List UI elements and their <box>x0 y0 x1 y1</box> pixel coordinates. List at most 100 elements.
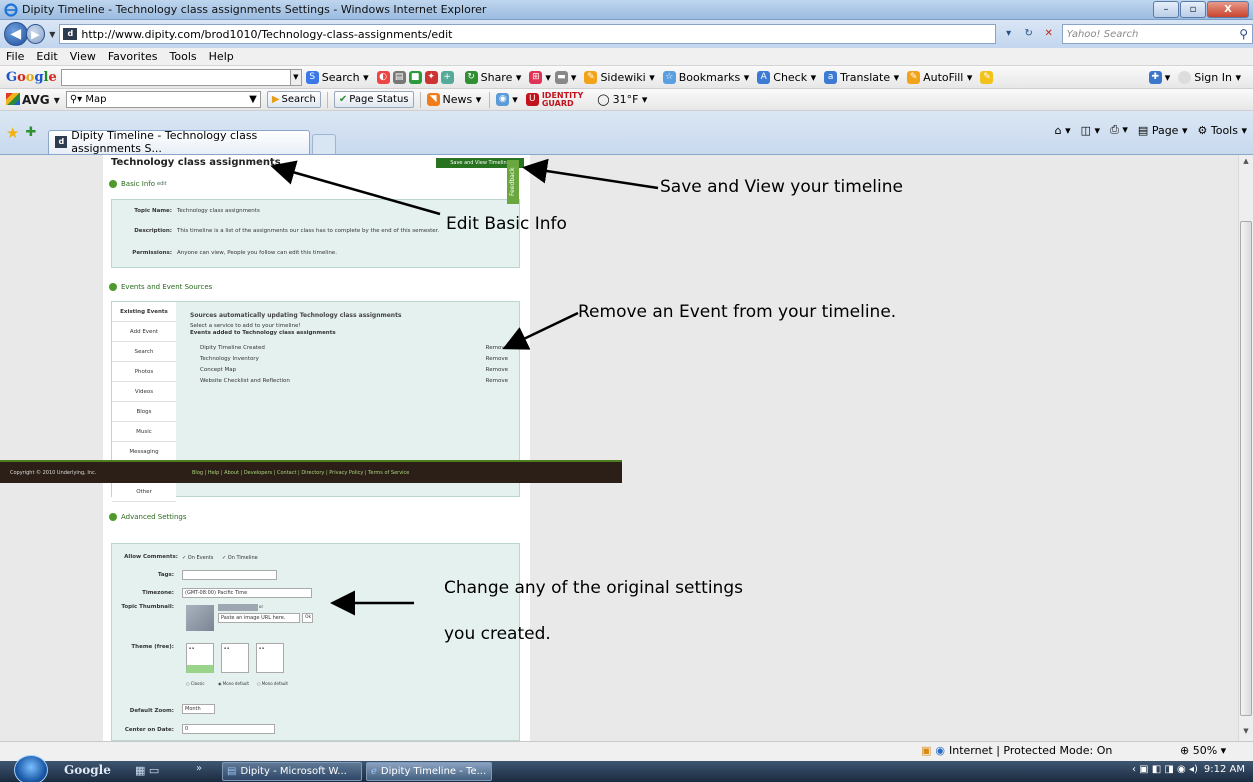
tab-messaging[interactable]: Messaging <box>112 442 176 462</box>
on-timeline-checkbox[interactable]: ✓ On Timeline <box>222 555 258 561</box>
tab-music[interactable]: Music <box>112 422 176 442</box>
tags-input[interactable] <box>182 570 277 580</box>
menu-help[interactable]: Help <box>209 50 234 63</box>
taskbar-ie[interactable]: ℯ Dipity Timeline - Te... <box>366 762 492 781</box>
scroll-up-icon[interactable]: ▲ <box>1239 157 1253 169</box>
default-zoom-select[interactable]: Month <box>182 704 215 714</box>
menu-edit[interactable]: Edit <box>36 50 57 63</box>
forward-button[interactable]: ▶ <box>25 24 46 44</box>
page-status-button[interactable]: ✔ Page Status <box>333 91 414 108</box>
new-tab-button[interactable] <box>312 133 337 154</box>
footer-links[interactable]: Blog | Help | About | Developers | Conta… <box>192 470 409 476</box>
theme-mono2-radio[interactable]: ○ Mono default <box>257 681 288 686</box>
avg-search-dropdown-icon[interactable]: ▼ <box>249 94 257 105</box>
news-button[interactable]: ◥ News ▾ <box>426 93 481 106</box>
theme-classic-preview[interactable]: ▪ ▪ <box>186 643 214 673</box>
avg-search-input[interactable]: ⚲▾ Map ▼ <box>65 91 261 108</box>
sidewiki-button[interactable]: ✎ Sidewiki ▾ <box>584 70 655 84</box>
autofill-button[interactable]: ✎ AutoFill ▾ <box>907 70 972 84</box>
tab-videos[interactable]: Videos <box>112 382 176 402</box>
thumbnail-ok-button[interactable]: Ok <box>302 613 313 623</box>
theme-mono2-preview[interactable]: ▪ ▪ <box>256 643 284 673</box>
menu-file[interactable]: File <box>6 50 24 63</box>
stop-icon[interactable]: ✕ <box>1040 25 1058 43</box>
google-deskbar[interactable]: Google <box>64 763 111 777</box>
add-favorites-icon[interactable]: ✚ <box>25 125 36 140</box>
check-button[interactable]: A Check ▾ <box>757 70 816 84</box>
remove-event-link[interactable]: Remove <box>486 378 508 384</box>
vertical-scrollbar[interactable]: ▲ ▼ <box>1238 155 1253 741</box>
identity-guard-button[interactable]: U IDENTITY GUARD <box>525 91 589 108</box>
events-added-text: Events added to Technology class assignm… <box>190 330 336 336</box>
toolbar-misc-button[interactable]: ⊞ ▾ ▬ ▾ <box>529 70 576 84</box>
scroll-thumb[interactable] <box>1240 221 1252 716</box>
home-icon[interactable]: ⌂ ▾ <box>1055 124 1071 137</box>
share-button[interactable]: ↻ Share ▾ <box>464 70 521 84</box>
page-menu-button[interactable]: ▤ Page ▾ <box>1138 124 1188 137</box>
avg-logo[interactable]: AVG ▾ <box>6 92 60 107</box>
close-button[interactable]: X <box>1207 1 1249 18</box>
file-upload-button[interactable] <box>218 604 258 611</box>
timezone-select[interactable]: (GMT-08:00) Pacific Time <box>182 588 312 598</box>
quick-launch-more-icon[interactable]: » <box>196 763 202 774</box>
plus-icon: + <box>440 70 454 84</box>
history-dropdown-icon[interactable]: ▼ <box>49 30 55 39</box>
thumbnail-url-input[interactable]: Paste an image URL here. <box>218 613 300 623</box>
tab-blogs[interactable]: Blogs <box>112 402 176 422</box>
maximize-button[interactable]: ▫ <box>1180 1 1206 18</box>
tab-photos[interactable]: Photos <box>112 362 176 382</box>
search-icon[interactable]: ⚲ <box>1239 27 1248 41</box>
edit-basic-info-link[interactable]: edit <box>157 181 167 187</box>
tab-existing-events[interactable]: Existing Events <box>112 302 176 322</box>
remove-event-link[interactable]: Remove <box>486 345 508 351</box>
taskbar-word[interactable]: ▤ Dipity - Microsoft W... <box>222 762 362 781</box>
tab-dipity-timeline[interactable]: d Dipity Timeline - Technology class ass… <box>48 129 311 155</box>
google-search-input[interactable] <box>60 68 291 86</box>
zoom-level[interactable]: ⊕ 50% ▾ <box>1180 744 1226 757</box>
url-input[interactable]: d http://www.dipity.com/brod1010/Technol… <box>59 24 996 44</box>
remove-event-link[interactable]: Remove <box>486 367 508 373</box>
google-logo: Google <box>6 69 57 85</box>
start-button[interactable] <box>14 755 48 782</box>
remove-event-link[interactable]: Remove <box>486 356 508 362</box>
print-icon[interactable]: ⎙ ▾ <box>1110 123 1128 137</box>
quick-launch-icon[interactable]: ▦ ▭ <box>135 764 159 777</box>
event-name: Concept Map <box>200 367 237 373</box>
back-button[interactable]: ◀ <box>4 22 28 46</box>
search-input[interactable]: Yahoo! Search ⚲ <box>1061 24 1253 44</box>
tray-icons[interactable]: ‹ ▣ ◧ ◨ ◉ ◂) <box>1132 764 1198 775</box>
center-date-input[interactable]: 0 <box>182 724 275 734</box>
theme-classic-radio[interactable]: ○ Classic <box>186 681 205 686</box>
favorites-star-icon[interactable]: ★ <box>6 124 19 142</box>
menu-view[interactable]: View <box>70 50 96 63</box>
url-text[interactable]: http://www.dipity.com/brod1010/Technolog… <box>81 28 452 41</box>
url-dropdown-icon[interactable]: ▾ <box>1000 25 1018 43</box>
avg-tools-button[interactable]: ◉ ▾ <box>496 93 518 106</box>
tab-add-event[interactable]: Add Event <box>112 322 176 342</box>
tab-search[interactable]: Search <box>112 342 176 362</box>
theme-mono-radio[interactable]: ◉ Mono default <box>218 681 249 686</box>
sign-in-button[interactable]: Sign In ▾ <box>1178 70 1241 84</box>
menu-favorites[interactable]: Favorites <box>108 50 158 63</box>
menu-tools[interactable]: Tools <box>170 50 197 63</box>
on-events-checkbox[interactable]: ✓ On Events <box>182 555 213 561</box>
refresh-icon[interactable]: ↻ <box>1020 25 1038 43</box>
highlighter-button[interactable]: ✎ <box>980 70 996 84</box>
toolbar-icons-group[interactable]: ◐ ▤ ■ ✦ + <box>376 70 457 84</box>
google-search-dropdown-icon[interactable]: ▼ <box>290 68 302 86</box>
feedback-tab[interactable]: Feedback <box>507 160 519 204</box>
weather-button[interactable]: ◯ 31°F ▾ <box>597 93 647 106</box>
tab-other[interactable]: Other <box>112 482 176 502</box>
theme-mono-preview[interactable]: ▪ ▪ <box>221 643 249 673</box>
translate-button[interactable]: a Translate ▾ <box>824 70 899 84</box>
minimize-button[interactable]: – <box>1153 1 1179 18</box>
tools-menu-button[interactable]: ⚙ Tools ▾ <box>1197 124 1247 137</box>
wrench-button[interactable]: ✚ ▾ <box>1148 70 1170 84</box>
google-search-button[interactable]: S Search ▾ <box>305 70 369 84</box>
security-zone[interactable]: ▣ ◉ Internet | Protected Mode: On <box>921 744 1112 757</box>
feeds-icon[interactable]: ◫ ▾ <box>1081 124 1100 137</box>
bookmarks-button[interactable]: ☆ Bookmarks ▾ <box>662 70 749 84</box>
avg-search-button[interactable]: ▶ Search <box>266 91 321 108</box>
clock[interactable]: 9:12 AM <box>1204 764 1245 775</box>
scroll-down-icon[interactable]: ▼ <box>1239 727 1253 739</box>
